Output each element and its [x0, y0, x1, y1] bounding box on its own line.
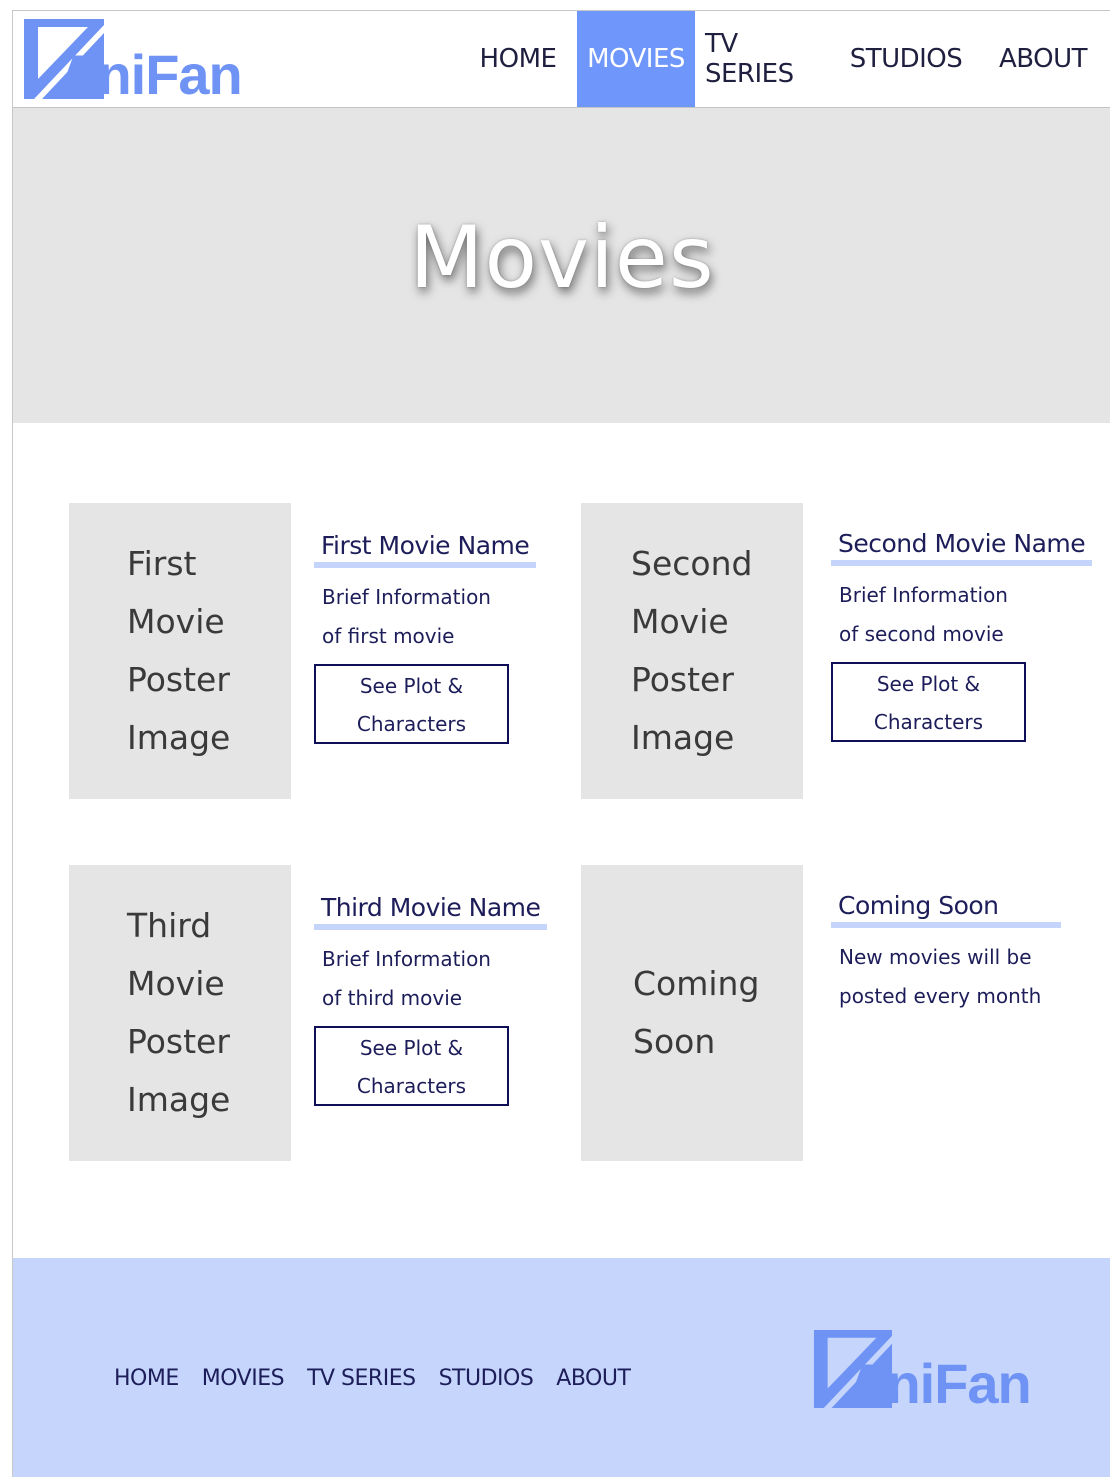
main-nav: HOME MOVIES TV SERIES STUDIOS ABOUT	[459, 11, 1110, 107]
movie-name: First Movie Name	[314, 531, 537, 568]
see-plot-button[interactable]: See Plot & Characters	[831, 662, 1026, 742]
movie-card-third: Third Movie Poster Image Third Movie Nam…	[69, 865, 569, 1161]
movie-card-first: First Movie Poster Image First Movie Nam…	[69, 503, 569, 799]
movie-brief: Brief Information of second movie	[839, 583, 1008, 646]
logo-wordmark: AniFan	[847, 1352, 1032, 1415]
header-logo[interactable]: AniFan	[24, 19, 243, 106]
nav-studios[interactable]: STUDIOS	[837, 11, 975, 107]
poster-placeholder-text: Coming Soon	[633, 964, 760, 1061]
coming-soon-poster: Coming Soon	[581, 865, 803, 1161]
nav-tv-series[interactable]: TV SERIES	[695, 11, 837, 107]
movie-card-second: Second Movie Poster Image Second Movie N…	[581, 503, 1093, 799]
footer-nav: HOME MOVIES TV SERIES STUDIOS ABOUT	[114, 1366, 653, 1391]
movie-poster[interactable]: Third Movie Poster Image	[69, 865, 291, 1161]
coming-soon-card: Coming Soon Coming Soon New movies will …	[581, 865, 1081, 1161]
page-frame: AniFan HOME MOVIES TV SERIES STUDIOS ABO…	[12, 10, 1110, 1477]
site-footer: HOME MOVIES TV SERIES STUDIOS ABOUT AniF…	[13, 1258, 1110, 1477]
movie-poster[interactable]: Second Movie Poster Image	[581, 503, 803, 799]
site-header: AniFan HOME MOVIES TV SERIES STUDIOS ABO…	[13, 11, 1110, 108]
hero-banner: Movies	[13, 108, 1110, 423]
movie-info: Second Movie Name Brief Information of s…	[831, 529, 1093, 742]
logo-wordmark: AniFan	[58, 43, 243, 106]
footer-nav-home[interactable]: HOME	[114, 1366, 179, 1391]
footer-nav-about[interactable]: ABOUT	[556, 1366, 631, 1391]
movie-name: Second Movie Name	[831, 529, 1093, 566]
footer-nav-movies[interactable]: MOVIES	[202, 1366, 285, 1391]
movie-brief: Brief Information of first movie	[322, 585, 491, 648]
see-plot-button[interactable]: See Plot & Characters	[314, 664, 509, 744]
see-plot-button[interactable]: See Plot & Characters	[314, 1026, 509, 1106]
movie-poster[interactable]: First Movie Poster Image	[69, 503, 291, 799]
movie-info: First Movie Name Brief Information of fi…	[314, 531, 537, 744]
nav-movies[interactable]: MOVIES	[577, 11, 695, 107]
coming-soon-brief: New movies will be posted every month	[839, 945, 1042, 1008]
coming-soon-info: Coming Soon New movies will be posted ev…	[831, 891, 1061, 1016]
movie-info: Third Movie Name Brief Information of th…	[314, 893, 548, 1106]
nav-about[interactable]: ABOUT	[975, 11, 1110, 107]
footer-logo[interactable]: AniFan	[813, 1330, 1032, 1415]
page-title: Movies	[409, 207, 715, 308]
movie-brief: Brief Information of third movie	[322, 947, 491, 1010]
nav-home[interactable]: HOME	[459, 11, 577, 107]
footer-nav-studios[interactable]: STUDIOS	[439, 1366, 534, 1391]
footer-nav-tv-series[interactable]: TV SERIES	[307, 1366, 416, 1391]
poster-placeholder-text: Third Movie Poster Image	[127, 906, 231, 1119]
poster-placeholder-text: First Movie Poster Image	[127, 544, 231, 757]
poster-placeholder-text: Second Movie Poster Image	[631, 544, 753, 757]
coming-soon-title: Coming Soon	[831, 891, 1061, 928]
movie-name: Third Movie Name	[314, 893, 548, 930]
